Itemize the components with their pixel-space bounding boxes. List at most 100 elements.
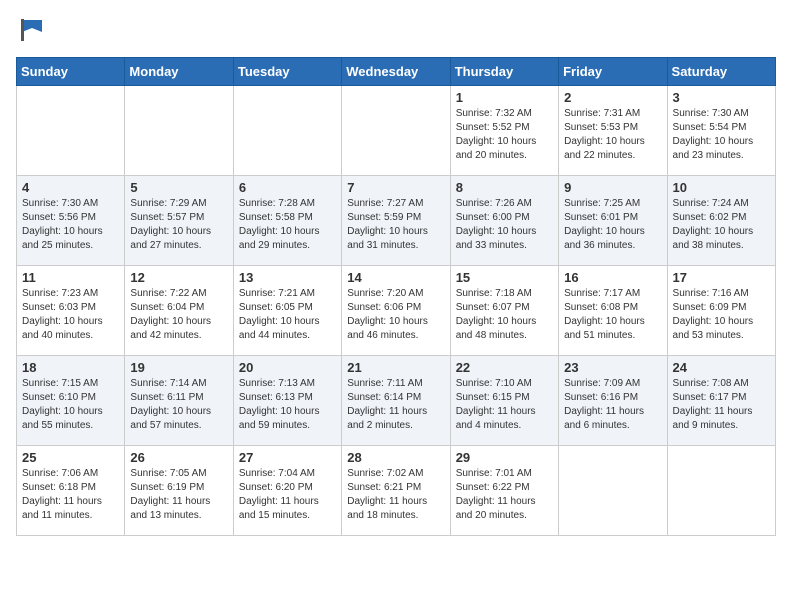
day-number: 25 — [22, 450, 119, 465]
calendar-cell: 23Sunrise: 7:09 AMSunset: 6:16 PMDayligh… — [559, 356, 667, 446]
day-info: Sunrise: 7:31 AMSunset: 5:53 PMDaylight:… — [564, 107, 661, 163]
day-info: Sunrise: 7:32 AMSunset: 5:52 PMDaylight:… — [456, 107, 553, 163]
calendar-cell: 13 Sunrise: 7:21 AMSunset: 6:05 PMDayligh… — [233, 266, 341, 356]
calendar-cell: 5 Sunrise: 7:29 AMSunset: 5:57 PMDaylight… — [125, 176, 233, 266]
day-number: 1 — [456, 90, 553, 105]
calendar-cell: 9 Sunrise: 7:25 AMSunset: 6:01 PMDaylight… — [559, 176, 667, 266]
calendar-cell: 12 Sunrise: 7:22 AMSunset: 6:04 PMDayligh… — [125, 266, 233, 356]
weekday-header: Saturday — [667, 58, 775, 86]
day-info: Sunrise: 7:28 AMSunset: 5:58 PMDaylight:… — [239, 197, 336, 253]
calendar-week-row: 11Sunrise: 7:23 AMSunset: 6:03 PMDayligh… — [17, 266, 776, 356]
day-info: Sunrise: 7:25 AMSunset: 6:01 PMDaylight:… — [564, 197, 661, 253]
day-info: Sunrise: 7:21 AMSunset: 6:05 PMDaylight:… — [239, 287, 336, 343]
day-info: Sunrise: 7:06 AMSunset: 6:18 PMDaylight:… — [22, 467, 119, 523]
calendar-cell: 25 Sunrise: 7:06 AMSunset: 6:18 PMDayligh… — [17, 446, 125, 536]
day-info: Sunrise: 7:04 AMSunset: 6:20 PMDaylight:… — [239, 467, 336, 523]
calendar-cell — [233, 86, 341, 176]
day-number: 22 — [456, 360, 553, 375]
day-number: 16 — [564, 270, 661, 285]
calendar-cell: 18Sunrise: 7:15 AMSunset: 6:10 PMDayligh… — [17, 356, 125, 446]
day-info: Sunrise: 7:30 AMSunset: 5:56 PMDaylight:… — [22, 197, 119, 253]
day-number: 17 — [673, 270, 770, 285]
weekday-header-row: SundayMondayTuesdayWednesdayThursdayFrid… — [17, 58, 776, 86]
day-info: Sunrise: 7:05 AMSunset: 6:19 PMDaylight:… — [130, 467, 227, 523]
day-number: 7 — [347, 180, 444, 195]
day-number: 13 — [239, 270, 336, 285]
day-info: Sunrise: 7:23 AMSunset: 6:03 PMDaylight:… — [22, 287, 119, 343]
calendar-cell: 24 Sunrise: 7:08 AMSunset: 6:17 PMDayligh… — [667, 356, 775, 446]
calendar-cell — [342, 86, 450, 176]
calendar-cell: 15 Sunrise: 7:18 AMSunset: 6:07 PMDayligh… — [450, 266, 558, 356]
calendar-cell: 10 Sunrise: 7:24 AMSunset: 6:02 PMDayligh… — [667, 176, 775, 266]
day-number: 19 — [130, 360, 227, 375]
day-number: 18 — [22, 360, 119, 375]
calendar-cell: 7 Sunrise: 7:27 AMSunset: 5:59 PMDaylight… — [342, 176, 450, 266]
calendar-cell — [17, 86, 125, 176]
day-info: Sunrise: 7:26 AMSunset: 6:00 PMDaylight:… — [456, 197, 553, 253]
day-number: 5 — [130, 180, 227, 195]
weekday-header: Tuesday — [233, 58, 341, 86]
calendar-cell — [125, 86, 233, 176]
day-info: Sunrise: 7:17 AMSunset: 6:08 PMDaylight:… — [564, 287, 661, 343]
calendar-cell: 17 Sunrise: 7:16 AMSunset: 6:09 PMDayligh… — [667, 266, 775, 356]
logo — [16, 16, 46, 49]
weekday-header: Thursday — [450, 58, 558, 86]
calendar-cell: 20 Sunrise: 7:13 AMSunset: 6:13 PMDayligh… — [233, 356, 341, 446]
day-number: 9 — [564, 180, 661, 195]
calendar-cell: 3Sunrise: 7:30 AMSunset: 5:54 PMDaylight… — [667, 86, 775, 176]
day-number: 29 — [456, 450, 553, 465]
day-info: Sunrise: 7:13 AMSunset: 6:13 PMDaylight:… — [239, 377, 336, 433]
calendar-week-row: 4Sunrise: 7:30 AMSunset: 5:56 PMDaylight… — [17, 176, 776, 266]
weekday-header: Wednesday — [342, 58, 450, 86]
day-info: Sunrise: 7:20 AMSunset: 6:06 PMDaylight:… — [347, 287, 444, 343]
day-info: Sunrise: 7:29 AMSunset: 5:57 PMDaylight:… — [130, 197, 227, 253]
day-number: 20 — [239, 360, 336, 375]
day-number: 26 — [130, 450, 227, 465]
day-number: 2 — [564, 90, 661, 105]
calendar-cell: 11Sunrise: 7:23 AMSunset: 6:03 PMDayligh… — [17, 266, 125, 356]
day-info: Sunrise: 7:02 AMSunset: 6:21 PMDaylight:… — [347, 467, 444, 523]
calendar-cell: 28 Sunrise: 7:02 AMSunset: 6:21 PMDayligh… — [342, 446, 450, 536]
calendar-cell: 16 Sunrise: 7:17 AMSunset: 6:08 PMDayligh… — [559, 266, 667, 356]
day-number: 28 — [347, 450, 444, 465]
calendar-cell: 2 Sunrise: 7:31 AMSunset: 5:53 PMDaylight… — [559, 86, 667, 176]
day-number: 15 — [456, 270, 553, 285]
calendar-cell: 27Sunrise: 7:04 AMSunset: 6:20 PMDayligh… — [233, 446, 341, 536]
day-info: Sunrise: 7:27 AMSunset: 5:59 PMDaylight:… — [347, 197, 444, 253]
day-number: 3 — [673, 90, 770, 105]
day-info: Sunrise: 7:08 AMSunset: 6:17 PMDaylight:… — [673, 377, 770, 433]
calendar-cell: 1 Sunrise: 7:32 AMSunset: 5:52 PMDaylight… — [450, 86, 558, 176]
day-number: 10 — [673, 180, 770, 195]
calendar-cell: 22 Sunrise: 7:10 AMSunset: 6:15 PMDayligh… — [450, 356, 558, 446]
calendar-cell: 6 Sunrise: 7:28 AMSunset: 5:58 PMDaylight… — [233, 176, 341, 266]
day-info: Sunrise: 7:24 AMSunset: 6:02 PMDaylight:… — [673, 197, 770, 253]
day-info: Sunrise: 7:14 AMSunset: 6:11 PMDaylight:… — [130, 377, 227, 433]
page-header — [16, 16, 776, 49]
weekday-header: Sunday — [17, 58, 125, 86]
day-number: 24 — [673, 360, 770, 375]
calendar-cell — [559, 446, 667, 536]
day-number: 23 — [564, 360, 661, 375]
calendar-cell: 19 Sunrise: 7:14 AMSunset: 6:11 PMDayligh… — [125, 356, 233, 446]
calendar-cell: 14 Sunrise: 7:20 AMSunset: 6:06 PMDayligh… — [342, 266, 450, 356]
weekday-header: Monday — [125, 58, 233, 86]
day-info: Sunrise: 7:10 AMSunset: 6:15 PMDaylight:… — [456, 377, 553, 433]
calendar-cell: 21Sunrise: 7:11 AMSunset: 6:14 PMDayligh… — [342, 356, 450, 446]
day-number: 6 — [239, 180, 336, 195]
day-info: Sunrise: 7:16 AMSunset: 6:09 PMDaylight:… — [673, 287, 770, 343]
logo-icon — [18, 16, 46, 44]
calendar-week-row: 18Sunrise: 7:15 AMSunset: 6:10 PMDayligh… — [17, 356, 776, 446]
calendar-table: SundayMondayTuesdayWednesdayThursdayFrid… — [16, 57, 776, 536]
calendar-week-row: 25 Sunrise: 7:06 AMSunset: 6:18 PMDayligh… — [17, 446, 776, 536]
calendar-cell: 4Sunrise: 7:30 AMSunset: 5:56 PMDaylight… — [17, 176, 125, 266]
day-number: 8 — [456, 180, 553, 195]
day-info: Sunrise: 7:18 AMSunset: 6:07 PMDaylight:… — [456, 287, 553, 343]
day-info: Sunrise: 7:11 AMSunset: 6:14 PMDaylight:… — [347, 377, 444, 433]
calendar-cell: 29 Sunrise: 7:01 AMSunset: 6:22 PMDayligh… — [450, 446, 558, 536]
calendar-week-row: 1 Sunrise: 7:32 AMSunset: 5:52 PMDaylight… — [17, 86, 776, 176]
day-number: 12 — [130, 270, 227, 285]
day-number: 14 — [347, 270, 444, 285]
calendar-cell: 26 Sunrise: 7:05 AMSunset: 6:19 PMDayligh… — [125, 446, 233, 536]
day-info: Sunrise: 7:22 AMSunset: 6:04 PMDaylight:… — [130, 287, 227, 343]
day-info: Sunrise: 7:01 AMSunset: 6:22 PMDaylight:… — [456, 467, 553, 523]
